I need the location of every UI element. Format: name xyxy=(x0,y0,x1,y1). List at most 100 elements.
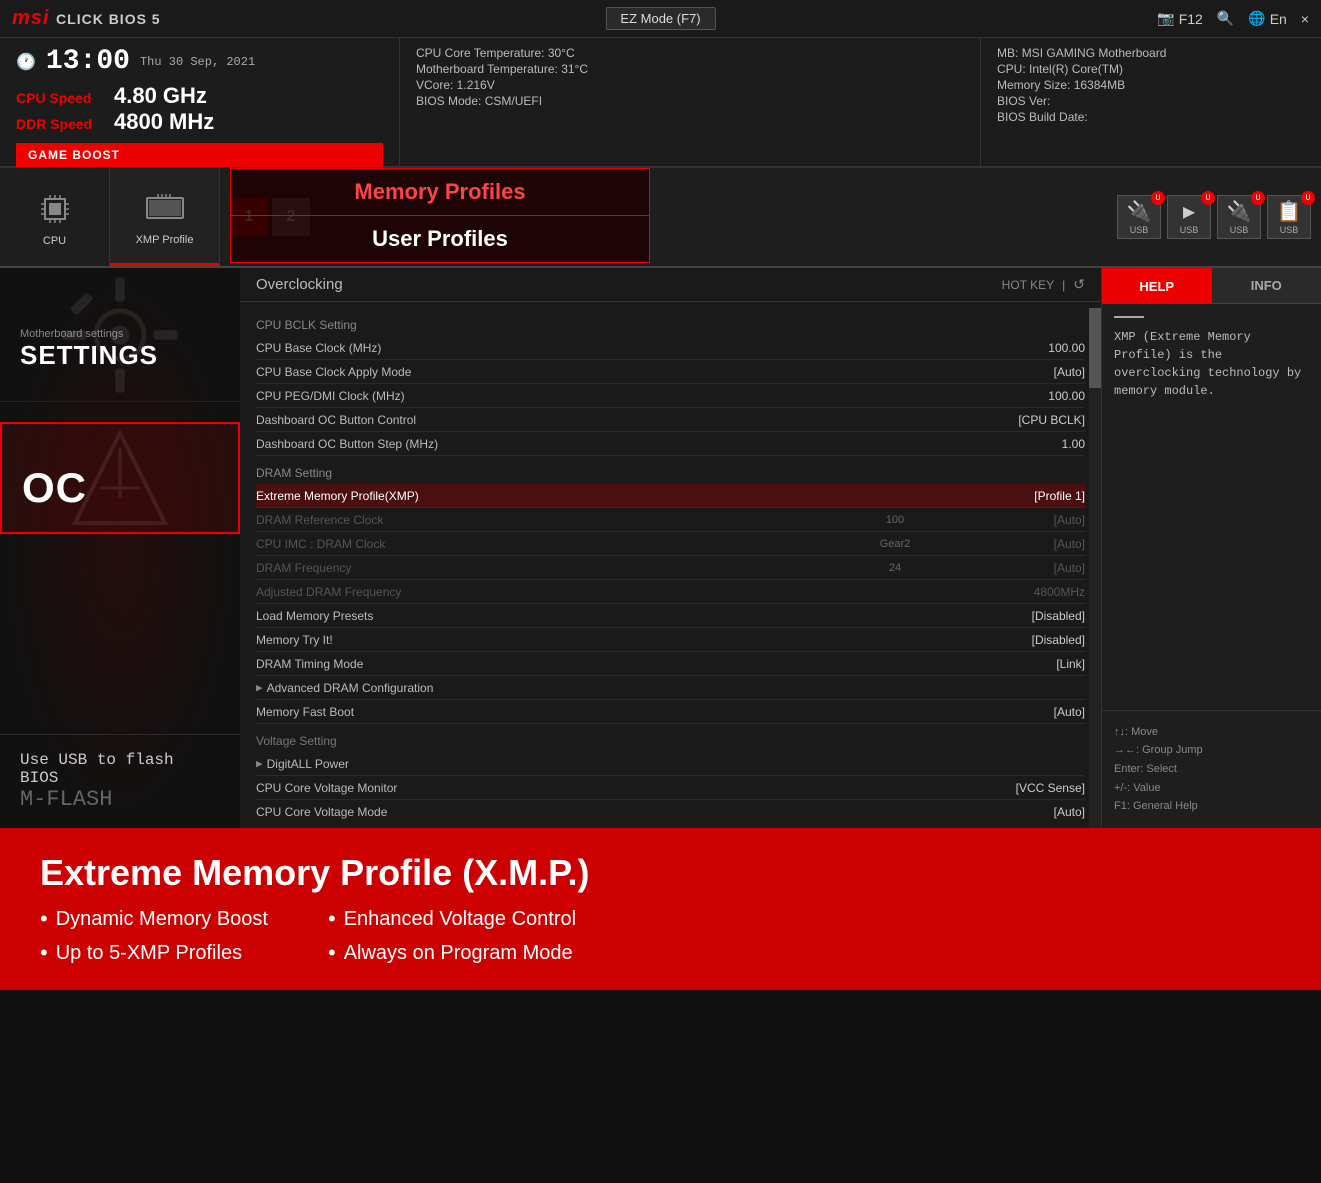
game-boost-bar[interactable]: GAME BOOST xyxy=(16,143,383,167)
bottom-section: Extreme Memory Profile (X.M.P.) • Dynami… xyxy=(0,828,1321,990)
setting-cpu-peg-dmi[interactable]: CPU PEG/DMI Clock (MHz) 100.00 xyxy=(256,384,1085,408)
setting-adjusted-dram-freq: Adjusted DRAM Frequency 4800MHz xyxy=(256,580,1085,604)
oc-section-title: Overclocking xyxy=(256,276,343,293)
hotkey-area: HOT KEY | ↺ xyxy=(1002,276,1085,293)
usb-item-2[interactable]: U ▶ USB xyxy=(1167,195,1211,239)
bios-build-label: BIOS Build Date: xyxy=(997,110,1088,124)
setting-digitall-power[interactable]: ▶ DigitALL Power xyxy=(256,752,1085,776)
usb-badge-2: U xyxy=(1201,191,1215,205)
main-content: Motherboard settings SETTINGS OC Use USB… xyxy=(0,268,1321,828)
key-general-help: F1: General Help xyxy=(1114,797,1309,816)
setting-dashboard-oc-control[interactable]: Dashboard OC Button Control [CPU BCLK] xyxy=(256,408,1085,432)
top-bar: msi CLICK BIOS 5 EZ Mode (F7) 📷 F12 🔍 🌐 … xyxy=(0,0,1321,38)
info-right: MB: MSI GAMING Motherboard CPU: Intel(R)… xyxy=(981,38,1321,166)
setting-cpu-core-voltage-monitor[interactable]: CPU Core Voltage Monitor [VCC Sense] xyxy=(256,776,1085,800)
mb-info: MB: MSI GAMING Motherboard xyxy=(997,46,1305,60)
vcore: VCore: 1.216V xyxy=(416,78,964,92)
features-right: • Enhanced Voltage Control • Always on P… xyxy=(328,906,576,966)
bullet-4: • xyxy=(328,940,336,966)
settings-list: CPU BCLK Setting CPU Base Clock (MHz) 10… xyxy=(240,302,1101,822)
close-button[interactable]: × xyxy=(1301,11,1309,27)
info-left: 🕐 13:00 Thu 30 Sep, 2021 CPU Speed 4.80 … xyxy=(0,38,400,166)
help-keys: ↑↓: Move →←: Group Jump Enter: Select +/… xyxy=(1102,710,1321,828)
voltage-section-header: Voltage Setting xyxy=(256,734,1085,748)
usb-item-3[interactable]: U 🔌 USB xyxy=(1217,195,1261,239)
key-group-jump: →←: Group Jump xyxy=(1114,741,1309,760)
scrollbar-thumb[interactable] xyxy=(1089,308,1101,388)
screenshot-button[interactable]: 📷 F12 xyxy=(1157,10,1203,27)
oc-bg-icon xyxy=(70,428,170,528)
feature-2: • Up to 5-XMP Profiles xyxy=(40,940,268,966)
usb-icons: U 🔌 USB U ▶ USB U 🔌 USB U 📋 USB xyxy=(1107,168,1321,266)
nav-xmp-label: XMP Profile xyxy=(136,234,194,246)
date-display: Thu 30 Sep, 2021 xyxy=(140,55,255,69)
setting-cpu-imc-dram[interactable]: CPU IMC : DRAM Clock Gear2 [Auto] xyxy=(256,532,1085,556)
bullet-1: • xyxy=(40,906,48,932)
nav-cpu-label: CPU xyxy=(43,235,66,247)
setting-memory-fast-boot[interactable]: Memory Fast Boot [Auto] xyxy=(256,700,1085,724)
refresh-button[interactable]: ↺ xyxy=(1073,276,1085,293)
help-content: XMP (Extreme Memory Profile) is the over… xyxy=(1102,304,1321,710)
ez-mode-button[interactable]: EZ Mode (F7) xyxy=(605,7,715,30)
key-move: ↑↓: Move xyxy=(1114,723,1309,742)
close-icon: × xyxy=(1301,11,1309,27)
help-tab[interactable]: HELP xyxy=(1102,268,1212,304)
usb-label-4: USB xyxy=(1280,225,1299,235)
setting-dram-timing-mode[interactable]: DRAM Timing Mode [Link] xyxy=(256,652,1085,676)
memory-profiles-option[interactable]: Memory Profiles xyxy=(231,169,649,216)
settings-nav-item[interactable]: Motherboard settings SETTINGS xyxy=(0,268,240,402)
ddr-speed-label: DDR Speed xyxy=(16,116,106,132)
xmp-section: 1 2 Memory Profiles User Profiles xyxy=(220,168,1107,266)
usb-label-2: USB xyxy=(1180,225,1199,235)
nav-item-cpu[interactable]: CPU xyxy=(0,168,110,266)
datetime-row: 🕐 13:00 Thu 30 Sep, 2021 xyxy=(16,46,383,77)
search-button[interactable]: 🔍 xyxy=(1217,10,1234,27)
key-value: +/-: Value xyxy=(1114,779,1309,798)
mb-value: MSI GAMING Motherboard xyxy=(1022,46,1167,60)
clock-display: 13:00 xyxy=(46,46,130,77)
cpu-value: Intel(R) Core(TM) xyxy=(1029,62,1123,76)
speed-grid: CPU Speed 4.80 GHz DDR Speed 4800 MHz xyxy=(16,83,383,135)
usb-badge-4: U xyxy=(1301,191,1315,205)
user-profiles-option[interactable]: User Profiles xyxy=(231,216,649,262)
bullet-2: • xyxy=(40,940,48,966)
setting-dram-ref-clock[interactable]: DRAM Reference Clock 100 [Auto] xyxy=(256,508,1085,532)
nav-item-xmp[interactable]: XMP Profile xyxy=(110,168,220,266)
search-icon: 🔍 xyxy=(1217,10,1234,27)
setting-load-memory-presets[interactable]: Load Memory Presets [Disabled] xyxy=(256,604,1085,628)
feature-1: • Dynamic Memory Boost xyxy=(40,906,268,932)
scrollbar-track[interactable] xyxy=(1089,308,1101,828)
profile-dropdown: Memory Profiles User Profiles xyxy=(230,168,650,263)
usb-item-4[interactable]: U 📋 USB xyxy=(1267,195,1311,239)
cpu-speed-value: 4.80 GHz xyxy=(114,83,207,109)
msi-logo: msi CLICK BIOS 5 xyxy=(12,7,161,30)
setting-cpu-base-clock-apply[interactable]: CPU Base Clock Apply Mode [Auto] xyxy=(256,360,1085,384)
usb-item-1[interactable]: U 🔌 USB xyxy=(1117,195,1161,239)
cpu-nav-icon xyxy=(33,187,77,231)
setting-cpu-core-voltage-mode[interactable]: CPU Core Voltage Mode [Auto] xyxy=(256,800,1085,822)
left-panel: Motherboard settings SETTINGS OC Use USB… xyxy=(0,268,240,828)
game-boost-label: GAME BOOST xyxy=(28,148,120,162)
oc-nav-item[interactable]: OC xyxy=(0,422,240,534)
setting-dram-freq[interactable]: DRAM Frequency 24 [Auto] xyxy=(256,556,1085,580)
help-info-tabs: HELP INFO xyxy=(1102,268,1321,304)
setting-xmp[interactable]: Extreme Memory Profile(XMP) [Profile 1] xyxy=(256,484,1085,508)
help-text: XMP (Extreme Memory Profile) is the over… xyxy=(1114,328,1309,400)
mflash-nav-item[interactable]: Use USB to flash BIOS M-FLASH xyxy=(0,734,240,828)
pipe-separator: | xyxy=(1062,278,1065,292)
setting-cpu-base-clock[interactable]: CPU Base Clock (MHz) 100.00 xyxy=(256,336,1085,360)
memory-value: 16384MB xyxy=(1074,78,1125,92)
features-left: • Dynamic Memory Boost • Up to 5-XMP Pro… xyxy=(40,906,268,966)
setting-memory-try-it[interactable]: Memory Try It! [Disabled] xyxy=(256,628,1085,652)
globe-icon: 🌐 xyxy=(1248,10,1265,27)
language-button[interactable]: 🌐 En xyxy=(1248,10,1287,27)
setting-advanced-dram[interactable]: ▶ Advanced DRAM Configuration xyxy=(256,676,1085,700)
ddr-speed-row: DDR Speed 4800 MHz xyxy=(16,109,383,135)
setting-dashboard-oc-step[interactable]: Dashboard OC Button Step (MHz) 1.00 xyxy=(256,432,1085,456)
cpu-speed-label: CPU Speed xyxy=(16,90,106,106)
hotkey-label: HOT KEY xyxy=(1002,278,1054,292)
cpu-bclk-section-header: CPU BCLK Setting xyxy=(256,318,1085,332)
usb-label-3: USB xyxy=(1230,225,1249,235)
usb-label-1: USB xyxy=(1130,225,1149,235)
info-tab[interactable]: INFO xyxy=(1212,268,1321,304)
